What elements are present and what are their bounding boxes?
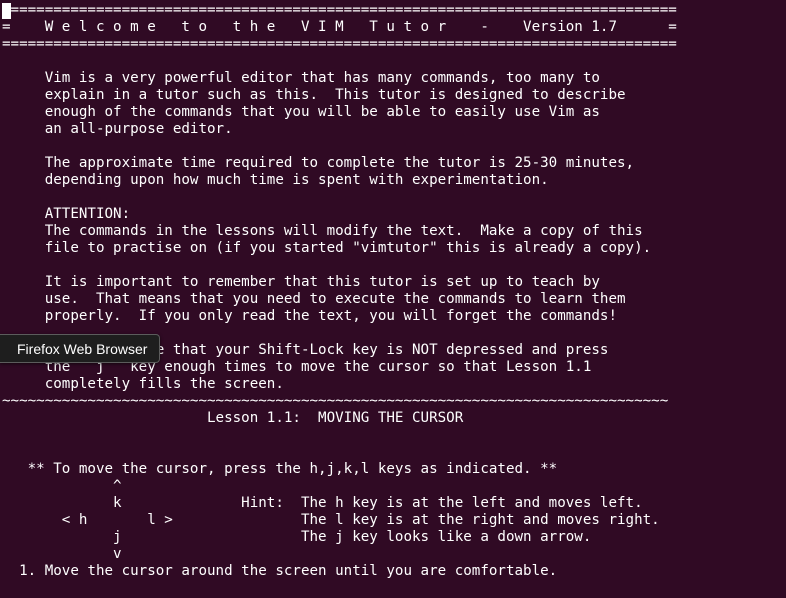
terminal-text-area[interactable]: ========================================… bbox=[2, 2, 677, 580]
terminal-line: < h l > The l key is at the right and mo… bbox=[2, 512, 660, 528]
terminal-line: ========================================… bbox=[2, 2, 677, 18]
terminal-line: = W e l c o m e t o t h e V I M T u t o … bbox=[2, 19, 677, 35]
terminal-line: enough of the commands that you will be … bbox=[2, 104, 600, 120]
terminal-line: ~~~~~~~~~~~~~~~~~~~~~~~~~~~~~~~~~~~~~~~~… bbox=[2, 393, 669, 409]
terminal-line: explain in a tutor such as this. This tu… bbox=[2, 87, 626, 103]
terminal-line: ^ bbox=[2, 478, 122, 494]
terminal-line: k Hint: The h key is at the left and mov… bbox=[2, 495, 643, 511]
terminal-line: Lesson 1.1: MOVING THE CURSOR bbox=[2, 410, 464, 426]
terminal-line: depending upon how much time is spent wi… bbox=[2, 172, 549, 188]
text-cursor bbox=[2, 3, 11, 19]
terminal-line: ** To move the cursor, press the h,j,k,l… bbox=[2, 461, 558, 477]
terminal-line: use. That means that you need to execute… bbox=[2, 291, 626, 307]
terminal-window[interactable]: ========================================… bbox=[0, 0, 786, 598]
terminal-line: ATTENTION: bbox=[2, 206, 131, 222]
terminal-line: v bbox=[2, 546, 122, 562]
terminal-line: properly. If you only read the text, you… bbox=[2, 308, 617, 324]
terminal-line: ========================================… bbox=[2, 36, 677, 52]
terminal-line: an all-purpose editor. bbox=[2, 121, 233, 137]
terminal-line: file to practise on (if you started "vim… bbox=[2, 240, 652, 256]
launcher-tooltip: Firefox Web Browser bbox=[0, 334, 161, 363]
tooltip-label: Firefox Web Browser bbox=[17, 340, 148, 357]
terminal-line: It is important to remember that this tu… bbox=[2, 274, 600, 290]
terminal-line: 1. Move the cursor around the screen unt… bbox=[2, 563, 558, 579]
terminal-line: The approximate time required to complet… bbox=[2, 155, 635, 171]
terminal-line: The commands in the lessons will modify … bbox=[2, 223, 643, 239]
terminal-line: j The j key looks like a down arrow. bbox=[2, 529, 592, 545]
terminal-line: Vim is a very powerful editor that has m… bbox=[2, 70, 600, 86]
terminal-line: completely fills the screen. bbox=[2, 376, 284, 392]
